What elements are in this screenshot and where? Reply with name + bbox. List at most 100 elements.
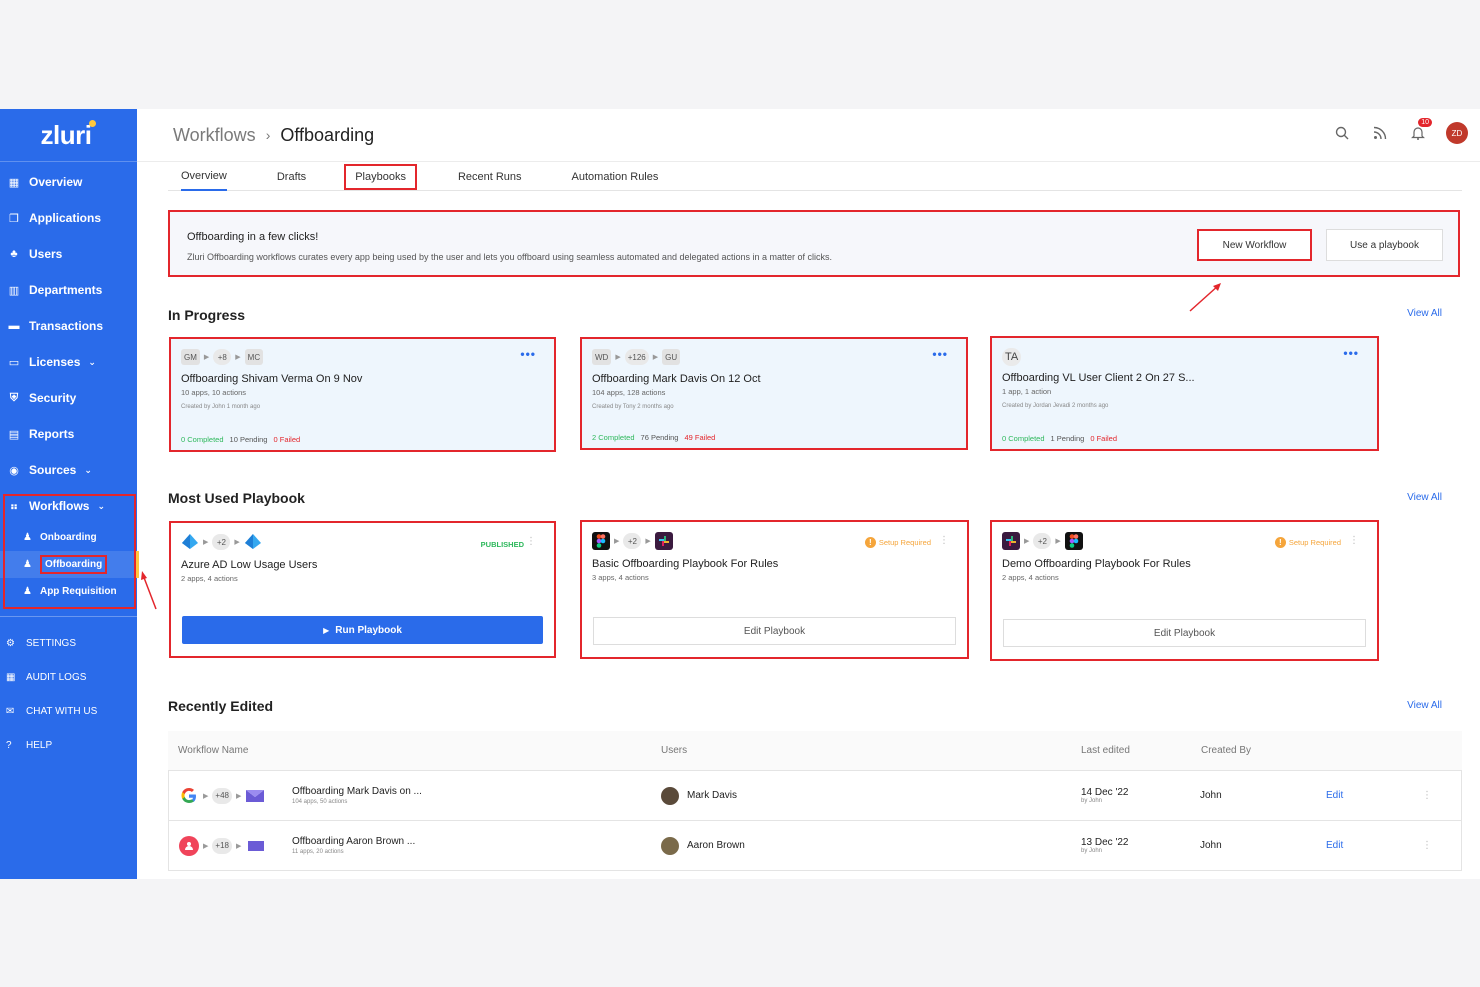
app-chip: GM <box>181 349 200 365</box>
app-count-chip: +126 <box>624 349 649 365</box>
card-subtitle: 104 apps, 128 actions <box>592 388 666 397</box>
use-playbook-button[interactable]: Use a playbook <box>1326 229 1443 261</box>
annotation-arrow <box>1189 283 1221 312</box>
run-playbook-button[interactable]: ▶ Run Playbook <box>182 616 543 644</box>
view-all-recently-edited[interactable]: View All <box>1407 700 1442 711</box>
pending-count: 76 Pending <box>640 433 679 442</box>
more-options-icon[interactable]: ••• <box>520 347 536 361</box>
playbook-card[interactable]: ▶ +2 ▶ Demo Offboarding Playbook For Rul… <box>990 520 1379 661</box>
completed-count: 0 Completed <box>1002 434 1045 443</box>
app-chip: TA <box>1002 348 1022 366</box>
in-progress-card[interactable]: GM ▶ +8 ▶ MC Offboarding Shivam Verma On… <box>169 337 556 452</box>
breadcrumb-parent[interactable]: Workflows <box>173 125 256 146</box>
help-icon: ? <box>6 739 12 751</box>
app-count-chip: +2 <box>212 534 231 550</box>
sidebar-item-help[interactable]: ? HELP <box>0 728 137 762</box>
bell-icon[interactable]: 10 <box>1408 118 1432 143</box>
sidebar-item-label: Overview <box>29 175 83 189</box>
last-edited-by: by John <box>1081 798 1103 804</box>
tab-label: Playbooks <box>344 163 417 190</box>
sidebar-item-users[interactable]: ♣ Users <box>0 236 137 272</box>
sidebar-item-reports[interactable]: ▤ Reports <box>0 416 137 452</box>
user-name: Mark Davis <box>687 790 738 801</box>
row-last-edited: 13 Dec '22 by John <box>1081 821 1129 870</box>
playbook-card[interactable]: ▶ +2 ▶ Azure AD Low Usage Users 2 apps, … <box>169 521 556 658</box>
card-subtitle: 1 app, 1 action <box>1002 387 1052 396</box>
user-name: Aaron Brown <box>687 840 745 851</box>
workflow-name-text: Offboarding Aaron Brown ... <box>292 836 416 847</box>
playbook-card[interactable]: ▶ +2 ▶ Basic Offboarding Playbook For Ru… <box>580 520 969 659</box>
sidebar-item-transactions[interactable]: ▬ Transactions <box>0 308 137 344</box>
avatar[interactable]: ZD <box>1446 122 1468 144</box>
page-title: Offboarding <box>280 124 375 145</box>
card-title: Offboarding Shivam Verma On 9 Nov <box>181 373 363 385</box>
status-text: Setup Required <box>1288 538 1341 547</box>
sidebar-item-label: CHAT WITH US <box>26 705 98 717</box>
tab-drafts[interactable]: Drafts <box>277 162 306 191</box>
app-chips: GM ▶ +8 ▶ MC <box>181 349 544 365</box>
logo[interactable]: zluri <box>0 109 137 162</box>
sidebar-item-sources[interactable]: ◉ Sources ⌄ <box>0 452 137 488</box>
card-title: Offboarding Mark Davis On 12 Oct <box>592 373 761 385</box>
edit-link[interactable]: Edit <box>1326 821 1343 870</box>
recently-edited-table: Workflow Name Users Last edited Created … <box>168 731 1462 871</box>
in-progress-card[interactable]: TA Offboarding VL User Client 2 On 27 S.… <box>990 336 1379 451</box>
tab-label: Automation Rules <box>571 170 659 183</box>
edit-playbook-button[interactable]: Edit Playbook <box>593 617 956 645</box>
tab-recent-runs[interactable]: Recent Runs <box>458 162 522 191</box>
sidebar-item-applications[interactable]: ❐ Applications <box>0 200 137 236</box>
sidebar-item-departments[interactable]: ▥ Departments <box>0 272 137 308</box>
view-all-most-used[interactable]: View All <box>1407 492 1442 503</box>
table-row[interactable]: ▶ +18 ▶ Offboarding Aaron Brown ... 11 a… <box>168 821 1462 871</box>
chevron-down-icon: ⌄ <box>84 464 92 475</box>
more-options-icon[interactable]: ⋮ <box>1349 535 1359 546</box>
more-options-icon[interactable]: ⋮ <box>1422 771 1432 820</box>
offboarding-banner: Offboarding in a few clicks! Zluri Offbo… <box>168 210 1460 277</box>
app-count-chip: +2 <box>623 533 642 549</box>
sidebar-item-overview[interactable]: ▦ Overview <box>0 164 137 200</box>
sidebar-item-label: Reports <box>29 427 75 441</box>
log-icon: ▦ <box>6 671 16 683</box>
workflow-name-sub: 104 apps, 50 actions <box>292 799 348 805</box>
search-icon[interactable] <box>1332 123 1352 143</box>
app-count-chip: +18 <box>212 837 232 854</box>
more-options-icon[interactable]: ⋮ <box>939 535 949 546</box>
sidebar-item-chat[interactable]: ✉ CHAT WITH US <box>0 694 137 728</box>
card-subtitle: 2 apps, 4 actions <box>181 574 238 583</box>
more-options-icon[interactable]: ••• <box>932 347 948 361</box>
tab-playbooks[interactable]: Playbooks <box>344 162 417 191</box>
section-title-recently-edited: Recently Edited <box>168 698 274 714</box>
tab-automation-rules[interactable]: Automation Rules <box>572 162 659 191</box>
tab-label: Drafts <box>276 170 307 183</box>
edit-playbook-button[interactable]: Edit Playbook <box>1003 619 1366 647</box>
workflow-name[interactable]: Offboarding Aaron Brown ... 11 apps, 20 … <box>292 821 415 870</box>
arrow-right-icon: ▶ <box>234 539 240 546</box>
card-icon: ▬ <box>8 320 20 332</box>
new-workflow-button[interactable]: New Workflow <box>1197 229 1312 261</box>
arrow-right-icon: ▶ <box>235 354 241 361</box>
more-options-icon[interactable]: ⋮ <box>1422 821 1432 870</box>
feed-icon[interactable] <box>1370 123 1390 143</box>
warning-icon: ! <box>864 537 876 548</box>
header-actions: 10 ZD <box>1332 118 1468 144</box>
sidebar-item-licenses[interactable]: ▭ Licenses ⌄ <box>0 344 137 380</box>
sidebar-item-security[interactable]: ⛨ Security <box>0 380 137 416</box>
tab-overview[interactable]: Overview <box>181 162 227 191</box>
card-subtitle: 10 apps, 10 actions <box>181 388 247 397</box>
row-user: Aaron Brown <box>661 821 745 870</box>
chevron-down-icon: ⌄ <box>88 356 96 367</box>
in-progress-card[interactable]: WD ▶ +126 ▶ GU Offboarding Mark Davis On… <box>580 337 968 450</box>
more-options-icon[interactable]: ⋮ <box>526 536 536 547</box>
table-row[interactable]: ▶ +48 ▶ Offboarding Mark Davis on ... 10… <box>168 771 1462 821</box>
status-badge: ! Setup Required <box>864 537 931 548</box>
view-all-in-progress[interactable]: View All <box>1407 308 1442 319</box>
sidebar-item-audit-logs[interactable]: ▦ AUDIT LOGS <box>0 660 137 694</box>
user-avatar <box>661 836 679 855</box>
edit-link[interactable]: Edit <box>1326 771 1343 820</box>
more-options-icon[interactable]: ••• <box>1343 346 1359 360</box>
breadcrumb-separator: › <box>265 127 271 143</box>
workflow-name[interactable]: Offboarding Mark Davis on ... 104 apps, … <box>292 771 422 820</box>
banner-text: Zluri Offboarding workflows curates ever… <box>187 252 833 262</box>
card-created-by: Created by Jordan Jevadi 2 months ago <box>1002 403 1109 409</box>
sidebar-item-settings[interactable]: ⚙ SETTINGS <box>0 626 137 660</box>
